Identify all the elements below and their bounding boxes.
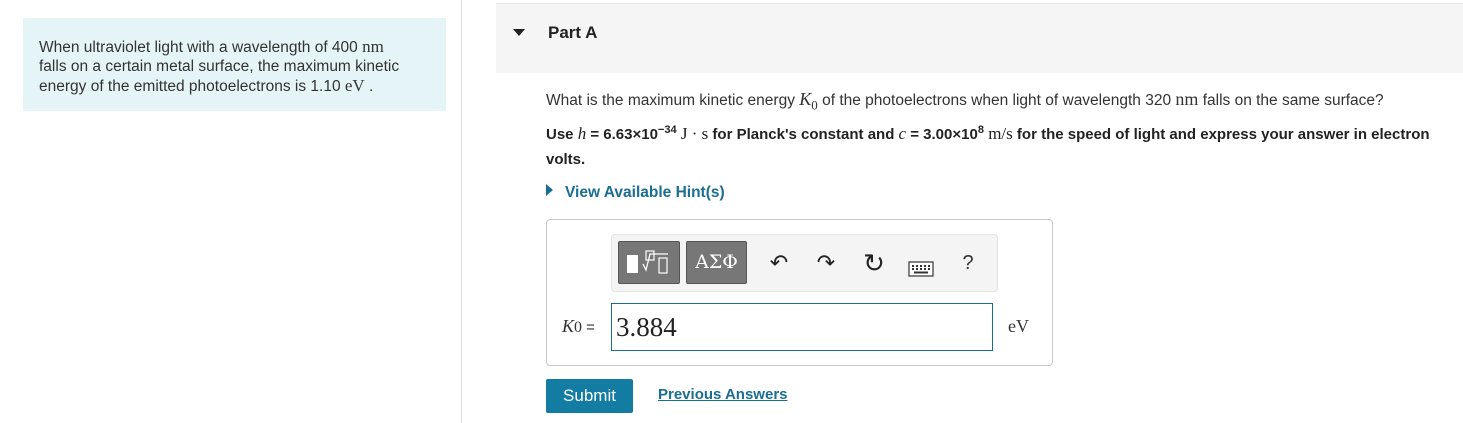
view-hints-link[interactable]: View Available Hint(s) — [546, 184, 725, 202]
variable-subscript: 0 — [574, 319, 583, 336]
light-speed-unit: m/s — [983, 124, 1013, 143]
redo-icon[interactable]: ↷ — [813, 250, 839, 276]
light-speed-symbol: c — [898, 124, 907, 143]
question-part: falls on the same surface? — [1198, 92, 1384, 109]
wavelength-unit: nm — [362, 37, 384, 56]
part-header[interactable]: Part A — [496, 3, 1463, 73]
instruction-part: Use — [546, 126, 578, 143]
question-part: What is the maximum kinetic energy — [546, 92, 800, 109]
math-toolbar: ΑΣΦ ↶ ↷ ↻ ? — [611, 234, 998, 292]
variable-symbol: K — [562, 316, 575, 336]
greek-symbols-button[interactable]: ΑΣΦ — [686, 241, 747, 284]
question-text: What is the maximum kinetic energy K0 of… — [546, 89, 1384, 114]
problem-line-3: energy of the emitted photoelectrons is … — [39, 76, 430, 96]
collapse-caret-icon[interactable] — [513, 29, 525, 36]
submit-button[interactable]: Submit — [546, 379, 633, 413]
problem-line-1: When ultraviolet light with a wavelength… — [39, 37, 430, 57]
variable-k: K0 — [799, 89, 818, 113]
panel-divider — [461, 0, 462, 423]
variable-symbol: K — [799, 89, 812, 109]
keyboard-glyph — [908, 261, 934, 277]
caret-right-icon — [546, 184, 553, 196]
light-speed-value: = 3.00×10 — [906, 126, 978, 143]
previous-answers-link[interactable]: Previous Answers — [658, 386, 788, 403]
answer-variable-label: K0 = — [562, 316, 595, 337]
help-icon[interactable]: ? — [955, 250, 981, 276]
problem-line-2: falls on a certain metal surface, the ma… — [39, 58, 400, 75]
part-title: Part A — [548, 23, 598, 42]
planck-exponent: −34 — [657, 124, 677, 136]
reset-icon[interactable]: ↻ — [861, 250, 887, 276]
planck-symbol: h — [577, 124, 587, 143]
problem-statement: When ultraviolet light with a wavelength… — [23, 18, 446, 111]
hint-label: View Available Hint(s) — [565, 184, 725, 201]
question-part: of the photoelectrons when light of wave… — [817, 92, 1176, 109]
keyboard-icon[interactable] — [908, 257, 934, 283]
problem-text: . — [364, 78, 374, 95]
energy-unit: eV — [344, 76, 365, 95]
problem-text: When ultraviolet light with a wavelength… — [39, 39, 363, 56]
instruction-text: Use h = 6.63×10−34 J · s for Planck's co… — [546, 121, 1458, 172]
planck-unit: J · s — [676, 124, 709, 143]
answer-unit: eV — [1008, 316, 1029, 336]
answer-box: ΑΣΦ ↶ ↷ ↻ ? K0 = 3.884 eV — [546, 219, 1053, 366]
undo-icon[interactable]: ↶ — [766, 250, 792, 276]
answer-input[interactable]: 3.884 — [611, 303, 993, 351]
problem-text: energy of the emitted photoelectrons is … — [39, 78, 345, 95]
planck-value: = 6.63×10 — [586, 126, 658, 143]
equals-sign: = — [582, 319, 595, 336]
templates-button[interactable] — [618, 241, 680, 284]
wavelength-unit: nm — [1175, 89, 1199, 109]
instruction-part: for Planck's constant and — [708, 126, 899, 143]
templates-icon — [627, 250, 668, 274]
